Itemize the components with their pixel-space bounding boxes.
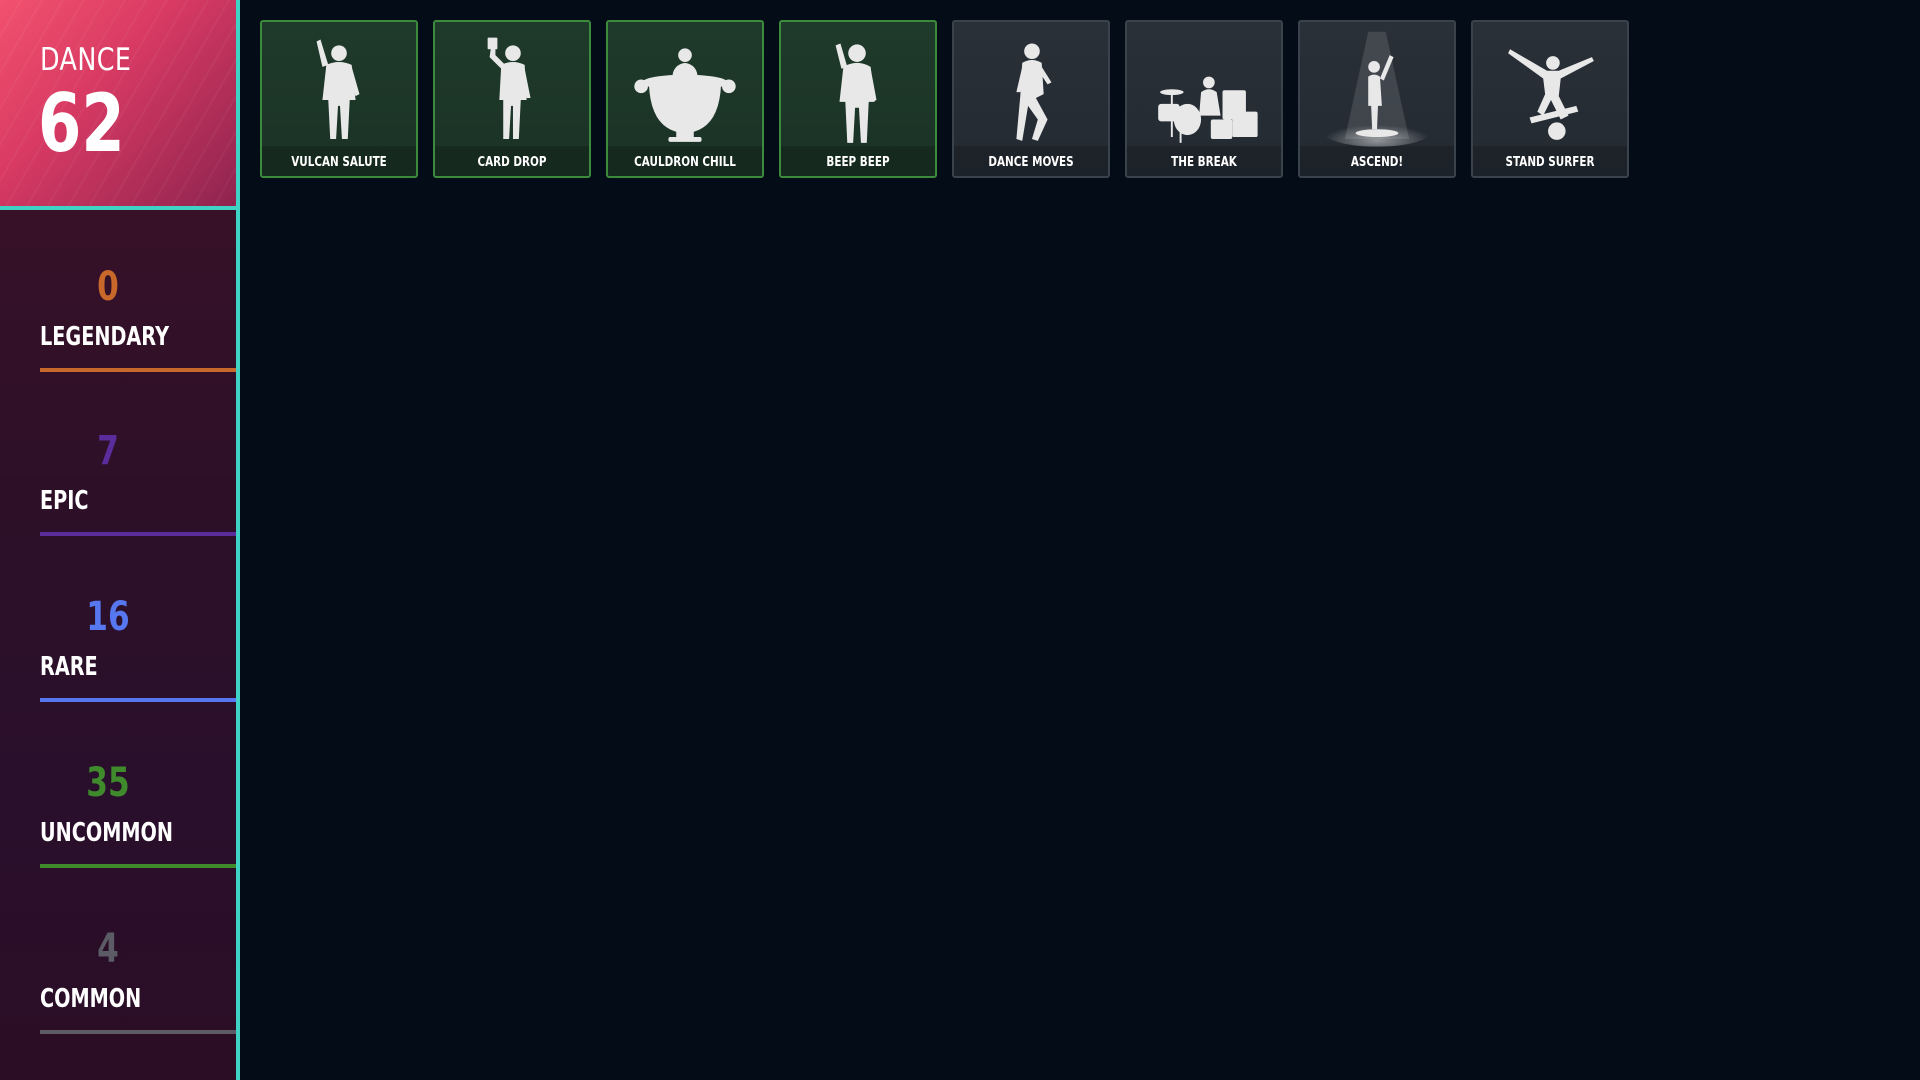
emote-name: CAULDRON CHILL xyxy=(634,155,736,170)
emote-name: DANCE MOVES xyxy=(988,155,1074,170)
rarity-underline xyxy=(40,698,236,702)
rarity-count: 35 xyxy=(86,760,130,806)
emote-card[interactable]: STAND SURFER xyxy=(1471,20,1629,178)
emote-card[interactable]: VULCAN SALUTE xyxy=(260,20,418,178)
rarity-underline xyxy=(40,1030,236,1034)
emote-name: THE BREAK xyxy=(1171,155,1237,170)
emote-card[interactable]: THE BREAK xyxy=(1125,20,1283,178)
rarity-label: UNCOMMON xyxy=(40,818,173,848)
emote-name: ASCEND! xyxy=(1350,155,1404,170)
rarity-count: 7 xyxy=(97,428,119,474)
emote-card[interactable]: ASCEND! xyxy=(1298,20,1456,178)
rarity-legendary[interactable]: 0 LEGENDARY xyxy=(40,264,236,384)
emote-name: BEEP BEEP xyxy=(826,155,890,170)
emote-card[interactable]: BEEP BEEP xyxy=(779,20,937,178)
emote-card[interactable]: CARD DROP xyxy=(433,20,591,178)
rarity-common[interactable]: 4 COMMON xyxy=(40,926,236,1046)
rarity-underline xyxy=(40,532,236,536)
emote-card[interactable]: DANCE MOVES xyxy=(952,20,1110,178)
rarity-underline xyxy=(40,368,236,372)
rarity-uncommon[interactable]: 35 UNCOMMON xyxy=(40,760,236,880)
rarity-sidebar: DANCE 62 0 LEGENDARY 7 EPIC 16 RARE 35 U… xyxy=(0,0,240,1080)
emote-name: STAND SURFER xyxy=(1505,155,1595,170)
rarity-label: EPIC xyxy=(40,486,89,516)
rarity-label: LEGENDARY xyxy=(40,322,170,352)
category-total-count: 62 xyxy=(38,77,125,170)
category-header: DANCE 62 xyxy=(0,0,236,206)
rarity-count: 4 xyxy=(97,926,119,972)
rarity-count: 0 xyxy=(97,264,119,310)
rarity-epic[interactable]: 7 EPIC xyxy=(40,428,236,548)
rarity-label: RARE xyxy=(40,652,98,682)
emote-card[interactable]: CAULDRON CHILL xyxy=(606,20,764,178)
emote-name: VULCAN SALUTE xyxy=(291,155,387,170)
header-divider xyxy=(0,206,240,210)
rarity-count: 16 xyxy=(86,594,130,640)
sidebar-divider xyxy=(236,0,240,1080)
rarity-label: COMMON xyxy=(40,984,142,1014)
emote-name: CARD DROP xyxy=(477,155,547,170)
emote-grid: VULCAN SALUTE CARD DROP CAULDRON CHILL B… xyxy=(260,20,1629,178)
rarity-rare[interactable]: 16 RARE xyxy=(40,594,236,714)
category-title: DANCE xyxy=(40,42,132,78)
rarity-underline xyxy=(40,864,236,868)
